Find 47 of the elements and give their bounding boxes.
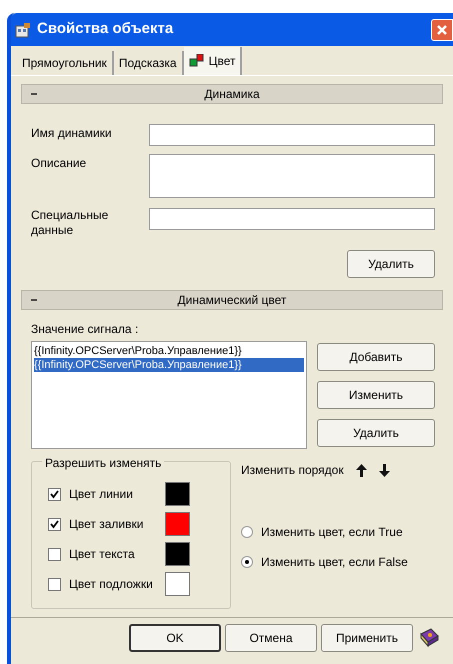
window-icon <box>15 22 31 38</box>
checkbox-label: Цвет текста <box>69 546 136 563</box>
dialog-button[interactable]: OK <box>129 624 221 652</box>
window-title: Свойства объекта <box>37 19 174 40</box>
checkbox-label: Цвет линии <box>69 486 134 503</box>
checkbox[interactable] <box>48 548 61 560</box>
arrow-up-icon[interactable] <box>356 464 367 476</box>
checkbox-label: Цвет подложки <box>69 576 154 593</box>
close-button[interactable] <box>431 18 453 40</box>
color-swatch[interactable] <box>165 572 190 596</box>
checkbox[interactable] <box>48 488 61 500</box>
signal-item[interactable]: {{Infinity.OPCServer\Proba.Управление1}} <box>34 358 304 372</box>
collapse-toggle[interactable]: − <box>22 291 46 309</box>
section-header[interactable]: − Динамика <box>21 84 443 104</box>
field-label: Специальные данные <box>31 207 110 238</box>
color-swatch[interactable] <box>165 542 190 566</box>
order-label: Изменить порядок <box>241 462 344 479</box>
signal-label: Значение сигнала : <box>31 321 140 338</box>
dialog-button[interactable]: Отмена <box>225 624 317 652</box>
color-swatch[interactable] <box>165 512 190 536</box>
text-field[interactable] <box>149 124 435 146</box>
radio-button[interactable] <box>241 556 253 568</box>
color-tab-icon <box>188 54 205 68</box>
dialog-button[interactable]: Добавить <box>317 343 435 371</box>
text-field[interactable] <box>149 208 435 230</box>
color-swatch[interactable] <box>165 482 190 506</box>
section-title: Динамика <box>203 86 261 103</box>
section-header[interactable]: − Динамический цвет <box>21 290 443 310</box>
dialog-button[interactable]: Удалить <box>317 419 435 447</box>
arrow-down-icon[interactable] <box>378 464 390 476</box>
signal-item[interactable]: {{Infinity.OPCServer\Proba.Управление1}} <box>34 344 304 358</box>
dialog-button[interactable]: Изменить <box>317 381 435 409</box>
dialog-button[interactable]: Удалить <box>347 250 435 278</box>
checkbox-label: Цвет заливки <box>69 516 144 533</box>
dialog-button[interactable]: Применить <box>321 624 413 652</box>
field-label: Имя динамики <box>31 125 113 141</box>
checkbox[interactable] <box>48 518 61 530</box>
collapse-toggle[interactable]: − <box>22 85 46 103</box>
tab[interactable]: Цвет <box>184 47 242 75</box>
checkbox[interactable] <box>48 578 61 590</box>
field-label: Описание <box>31 155 88 171</box>
description-field[interactable] <box>149 154 435 198</box>
close-icon <box>436 24 448 36</box>
radio-button[interactable] <box>241 526 253 538</box>
section-title: Динамический цвет <box>176 292 288 309</box>
radio-label: Изменить цвет, если False <box>261 554 408 571</box>
radio-label: Изменить цвет, если True <box>261 524 403 541</box>
